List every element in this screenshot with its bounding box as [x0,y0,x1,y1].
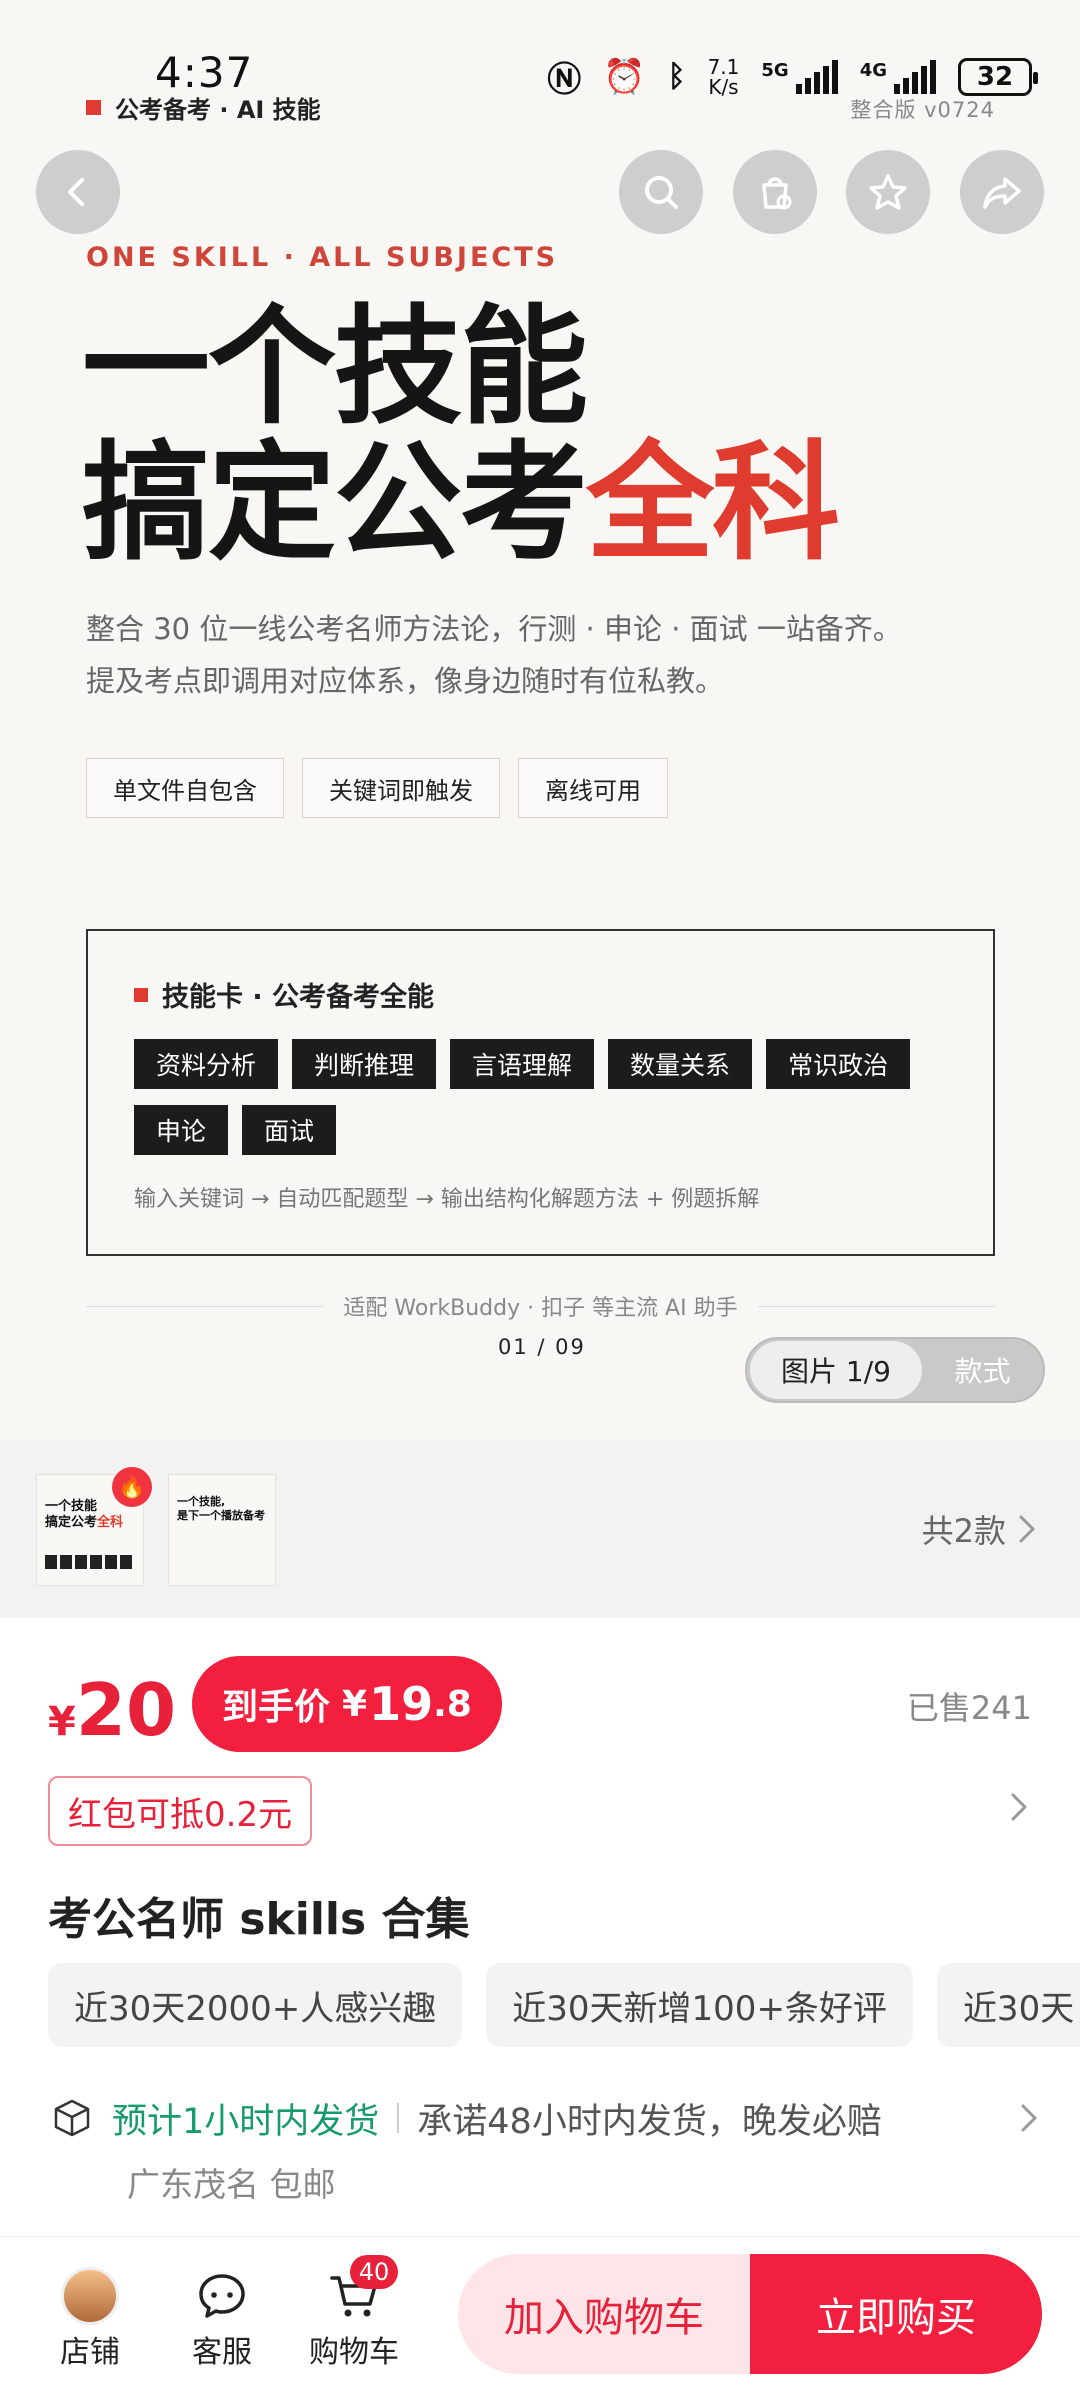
toggle-styles[interactable]: 款式 [922,1350,1043,1390]
shipping-highlight: 预计1小时内发货 [112,2101,380,2142]
title-square-icon [134,987,148,1002]
thumb-bars [45,1555,135,1569]
product-image-banner[interactable]: 4:37 Ⓝ ⏰ ᛒ 7.1 K/s 5G 4G 32 整合版 v0724 公考… [0,0,1080,1440]
subject-tag: 申论 [134,1105,229,1155]
feature-chip: 单文件自包含 [86,758,284,818]
feature-chip: 离线可用 [518,758,668,818]
toggle-images[interactable]: 图片 1/9 [750,1341,922,1399]
divider [757,1305,995,1307]
chevron-right-icon[interactable] [1008,1790,1030,1824]
skill-card-title: 技能卡 · 公考备考全能 [134,975,434,1014]
compat-line: 适配 WorkBuddy · 扣子 等主流 AI 助手 [86,1290,995,1322]
cart-badge: 40 [350,2255,398,2289]
version-label: 整合版 v0724 [850,98,995,122]
stats-row: 近30天2000+人感兴趣 近30天新增100+条好评 近30天 [48,1963,1080,2047]
chevron-right-icon [1021,2104,1037,2132]
divider [86,1305,324,1307]
shipping-info[interactable]: 预计1小时内发货 承诺48小时内发货，晚发必赔 广东茂名 包邮 [50,2088,1040,2206]
eyebrow-text: ONE SKILL · ALL SUBJECTS [86,242,559,273]
alarm-icon: ⏰ [603,56,646,97]
skill-card: 技能卡 · 公考备考全能 资料分析 判断推理 言语理解 数量关系 常识政治 申论… [86,929,995,1256]
favorite-button[interactable] [846,150,930,234]
subject-tag: 资料分析 [134,1039,279,1089]
coupon-badge[interactable]: 红包可抵0.2元 [48,1776,313,1846]
search-button[interactable] [619,150,703,234]
headline: 一个技能 搞定公考全科 [82,293,840,578]
variant-count[interactable]: 共2款 [922,1506,1038,1552]
stat-pill: 近30天新增100+条好评 [486,1963,913,2047]
nfc-icon: Ⓝ [547,60,582,100]
subject-tag: 言语理解 [450,1039,595,1089]
shipping-promise: 承诺48小时内发货，晚发必赔 [417,2101,882,2142]
search-icon [645,176,678,209]
stat-pill: 近30天2000+人感兴趣 [48,1963,463,2047]
shipping-location: 广东茂名 包邮 [127,2165,336,2204]
customer-service-button[interactable]: 客服 [172,2265,272,2371]
subject-tag: 常识政治 [766,1039,911,1089]
shopping-bag-button[interactable] [733,150,817,234]
chevron-right-icon [1019,1515,1035,1543]
final-price-badge: 到手价 ¥ 19 .8 [192,1656,502,1752]
variant-strip: 一个技能 搞定公考全科 🔥 一个技能, 是下一个播放备考 共2款 [0,1440,1080,1618]
description: 整合 30 位一线公考名师方法论，行测 · 申论 · 面试 一站备齐。提及考点即… [86,612,902,698]
subject-tag: 判断推理 [292,1039,437,1089]
battery-icon: 32 [958,57,1038,96]
shop-button[interactable]: 店铺 [40,2265,140,2371]
divider [397,2103,400,2133]
share-icon [983,177,1021,209]
variant-thumb-2[interactable]: 一个技能, 是下一个播放备考 [168,1474,276,1586]
bag-icon [762,177,792,210]
bluetooth-icon: ᛒ [667,59,686,94]
star-icon [869,174,907,210]
back-icon [68,178,84,206]
buy-now-button[interactable]: 立即购买 [750,2254,1042,2374]
chat-icon [199,2274,245,2318]
product-title: 考公名师 skills 合集 [48,1894,470,1945]
gallery-toggle[interactable]: 图片 1/9 款式 [745,1337,1045,1403]
subject-tags: 资料分析 判断推理 言语理解 数量关系 常识政治 申论 面试 [134,1039,964,1155]
back-button[interactable] [36,150,120,234]
sold-count: 已售241 [906,1689,1032,1727]
subject-tag: 数量关系 [608,1039,753,1089]
net-speed: 7.1 K/s [707,54,740,99]
share-button[interactable] [960,150,1044,234]
price: ¥20 [48,1668,177,1752]
package-icon [54,2099,90,2137]
add-to-cart-button[interactable]: 加入购物车 [458,2254,750,2374]
image-pager: 01 / 09 [498,1335,586,1359]
skill-card-flow: 输入关键词 → 自动匹配题型 → 输出结构化解题方法 + 例题拆解 [134,1187,760,1212]
subject-tag: 面试 [242,1105,337,1155]
signal-4g: 4G [860,59,936,94]
feature-chip: 关键词即触发 [302,758,500,818]
cart-button[interactable]: 40 购物车 [304,2255,404,2371]
brand-label: 公考备考 · AI 技能 [86,90,321,125]
shop-avatar [61,2267,119,2325]
stat-pill: 近30天 [936,1963,1080,2047]
brand-square-icon [86,100,101,115]
fire-icon: 🔥 [112,1467,152,1507]
feature-chips: 单文件自包含 关键词即触发 离线可用 [86,758,668,818]
signal-5g: 5G [761,59,838,94]
